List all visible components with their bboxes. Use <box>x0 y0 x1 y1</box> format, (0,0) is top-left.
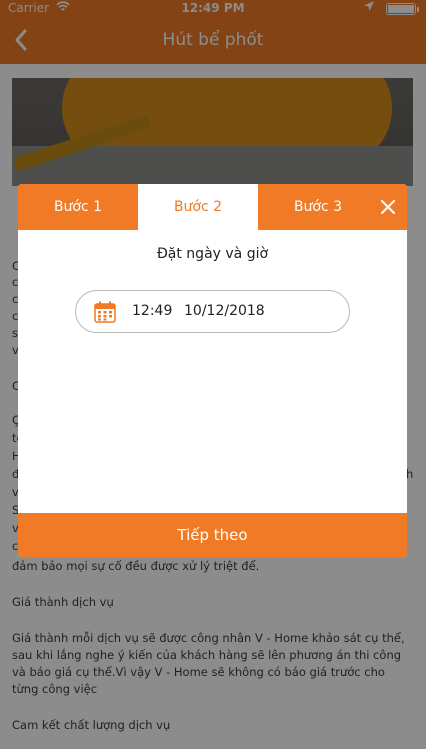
close-icon <box>381 200 395 214</box>
selected-time: 12:49 <box>132 303 173 319</box>
close-button[interactable] <box>373 192 403 222</box>
selected-date: 10/12/2018 <box>184 303 265 319</box>
tab-step-3[interactable]: Bước 3 <box>258 184 378 230</box>
modal-heading: Đặt ngày và giờ <box>156 246 269 262</box>
tab-step-1[interactable]: Bước 1 <box>18 184 138 230</box>
step-tabs: Bước 1 Bước 2 Bước 3 <box>18 184 407 230</box>
next-button[interactable]: Tiếp theo <box>18 513 407 557</box>
tab-step-2[interactable]: Bước 2 <box>138 184 258 230</box>
datetime-field[interactable]: 12:49 10/12/2018 <box>75 290 350 333</box>
calendar-icon <box>94 301 116 323</box>
schedule-modal: Bước 1 Bước 2 Bước 3 Đặt ngày và giờ 12:… <box>18 184 407 557</box>
